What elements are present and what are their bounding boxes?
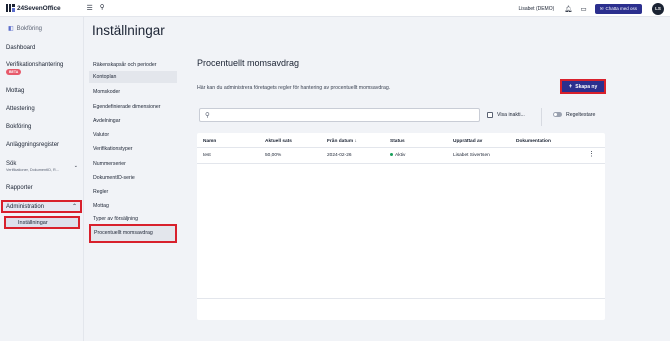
- divider: [541, 108, 542, 126]
- brand-logo[interactable]: 24SevenOffice: [6, 4, 61, 12]
- settings-menu-item[interactable]: Valutor: [89, 129, 177, 141]
- cell-upprattad-av: Lisabet Sivertsen: [453, 153, 490, 158]
- search-icon: ⚲: [205, 112, 210, 119]
- nav-item-bokforing[interactable]: Bokföring: [6, 124, 31, 130]
- column-header-namn[interactable]: Namn: [203, 139, 216, 144]
- status-active-dot: [390, 153, 393, 157]
- cell-namn: test: [203, 153, 211, 158]
- row-divider: [197, 163, 605, 164]
- nav-item-label: Administration: [6, 204, 45, 210]
- nav-item-rapporter[interactable]: Rapporter: [6, 185, 33, 191]
- nav-item-anlaggningsregister[interactable]: Anläggningsregister: [6, 142, 59, 148]
- content-title: Procentuellt momsavdrag: [197, 58, 300, 68]
- sort-arrow-icon: ↓: [354, 139, 357, 144]
- column-header-label: Från datum: [327, 139, 354, 144]
- avatar[interactable]: LS: [652, 2, 664, 15]
- nav-item-verifikationshantering[interactable]: Verifikationshantering BETA: [6, 62, 63, 75]
- settings-menu-item[interactable]: Verifikationstyper: [89, 143, 177, 155]
- table-footer-divider: [197, 298, 605, 299]
- search-field[interactable]: ⚲: [199, 108, 480, 122]
- nav-item-label: Sök: [6, 161, 17, 167]
- create-new-button[interactable]: + Skapa ny: [560, 79, 606, 94]
- settings-menu-item[interactable]: Kontoplan: [89, 71, 177, 83]
- column-header-dokumentation[interactable]: Dokumentation: [516, 139, 551, 144]
- nav-item-administration[interactable]: Administration ⌃: [1, 200, 82, 213]
- chevron-down-icon[interactable]: ⌄: [74, 163, 78, 169]
- logo-icon: [6, 4, 15, 12]
- nav-item-label: Verifikationshantering: [6, 62, 64, 68]
- settings-menu-item[interactable]: Momskoder: [89, 86, 177, 98]
- cell-status: Aktiv: [390, 153, 405, 158]
- settings-menu-item[interactable]: Avdelningar: [89, 115, 177, 127]
- rule-tester-toggle[interactable]: [553, 112, 562, 117]
- nav-subitem-installningar[interactable]: Inställningar: [4, 216, 80, 229]
- beta-badge: BETA: [6, 69, 22, 75]
- create-new-label: Skapa ny: [575, 83, 598, 90]
- settings-menu-item[interactable]: Regler: [89, 186, 177, 198]
- chat-bubble-icon: ✉: [599, 5, 604, 11]
- show-inactive-label: Visa inakti...: [497, 112, 525, 118]
- plus-icon: +: [568, 83, 573, 90]
- content-description: Här kan du administrera företagets regle…: [197, 85, 391, 91]
- left-navigation: ◧ Bokföring Dashboard Verifikationshante…: [0, 17, 84, 341]
- menu-icon[interactable]: ☰: [87, 5, 93, 12]
- user-company-label[interactable]: Lisabet (DEMO): [518, 6, 554, 12]
- nav-item-attestering[interactable]: Attestering: [6, 106, 35, 112]
- nav-item-mottag[interactable]: Mottag: [6, 88, 24, 94]
- rule-tester-label: Regeltestare: [566, 112, 596, 118]
- nav-item-subtext: Verifikationer, DokumentID, R...: [6, 168, 59, 172]
- column-header-status[interactable]: Status: [390, 139, 405, 144]
- chat-button[interactable]: ✉ Chatta med oss: [594, 3, 642, 14]
- settings-menu-item[interactable]: Egendefinierade dimensioner: [89, 101, 177, 113]
- bell-icon[interactable]: 🔔︎: [564, 5, 572, 13]
- column-header-aktuell-sats[interactable]: Aktuell sats: [265, 139, 292, 144]
- cell-fran-datum: 2024-02-26: [327, 153, 352, 158]
- rules-table: Namn Aktuell sats Från datum ↓ Status Up…: [197, 133, 605, 320]
- nav-item-sok[interactable]: Sök Verifikationer, DokumentID, R... ⌄: [6, 161, 82, 172]
- top-bar: 24SevenOffice ☰ ⚲ Lisabet (DEMO) 🔔︎ ▭ ✉ …: [0, 0, 670, 17]
- search-icon[interactable]: ⚲: [100, 4, 105, 12]
- nav-module-header[interactable]: ◧ Bokföring: [8, 25, 83, 33]
- message-icon[interactable]: ▭: [581, 5, 587, 13]
- chat-button-label: Chatta med oss: [605, 6, 637, 11]
- page-title: Inställningar: [92, 23, 165, 38]
- nav-subitem-label: Inställningar: [18, 220, 48, 226]
- brand-name: 24SevenOffice: [17, 4, 61, 12]
- settings-menu-item[interactable]: Nummerserier: [89, 158, 177, 170]
- nav-module-label: Bokföring: [16, 25, 43, 32]
- status-label: Aktiv: [395, 153, 406, 158]
- settings-menu-item[interactable]: Mottag: [89, 200, 177, 212]
- header-divider: [197, 147, 605, 148]
- settings-menu-item[interactable]: Räkenskapsår och perioder: [89, 59, 177, 71]
- row-actions-kebab-icon[interactable]: ⋮: [588, 151, 595, 158]
- top-right-area: Lisabet (DEMO) 🔔︎ ▭ ✉ Chatta med oss LS: [518, 0, 664, 17]
- chevron-up-icon[interactable]: ⌃: [72, 203, 77, 210]
- cell-aktuell-sats: 50,00%: [265, 153, 282, 158]
- show-inactive-checkbox[interactable]: [487, 112, 493, 118]
- settings-menu-item-active[interactable]: Procentuellt momsavdrag: [89, 224, 177, 243]
- column-header-fran-datum[interactable]: Från datum ↓: [327, 139, 357, 144]
- settings-menu-item[interactable]: DokumentID-serie: [89, 172, 177, 184]
- bookkeeping-icon: ◧: [8, 26, 14, 32]
- nav-item-dashboard[interactable]: Dashboard: [6, 45, 35, 51]
- search-input[interactable]: [216, 110, 476, 120]
- column-header-upprattad-av[interactable]: Upprättad av: [453, 139, 482, 144]
